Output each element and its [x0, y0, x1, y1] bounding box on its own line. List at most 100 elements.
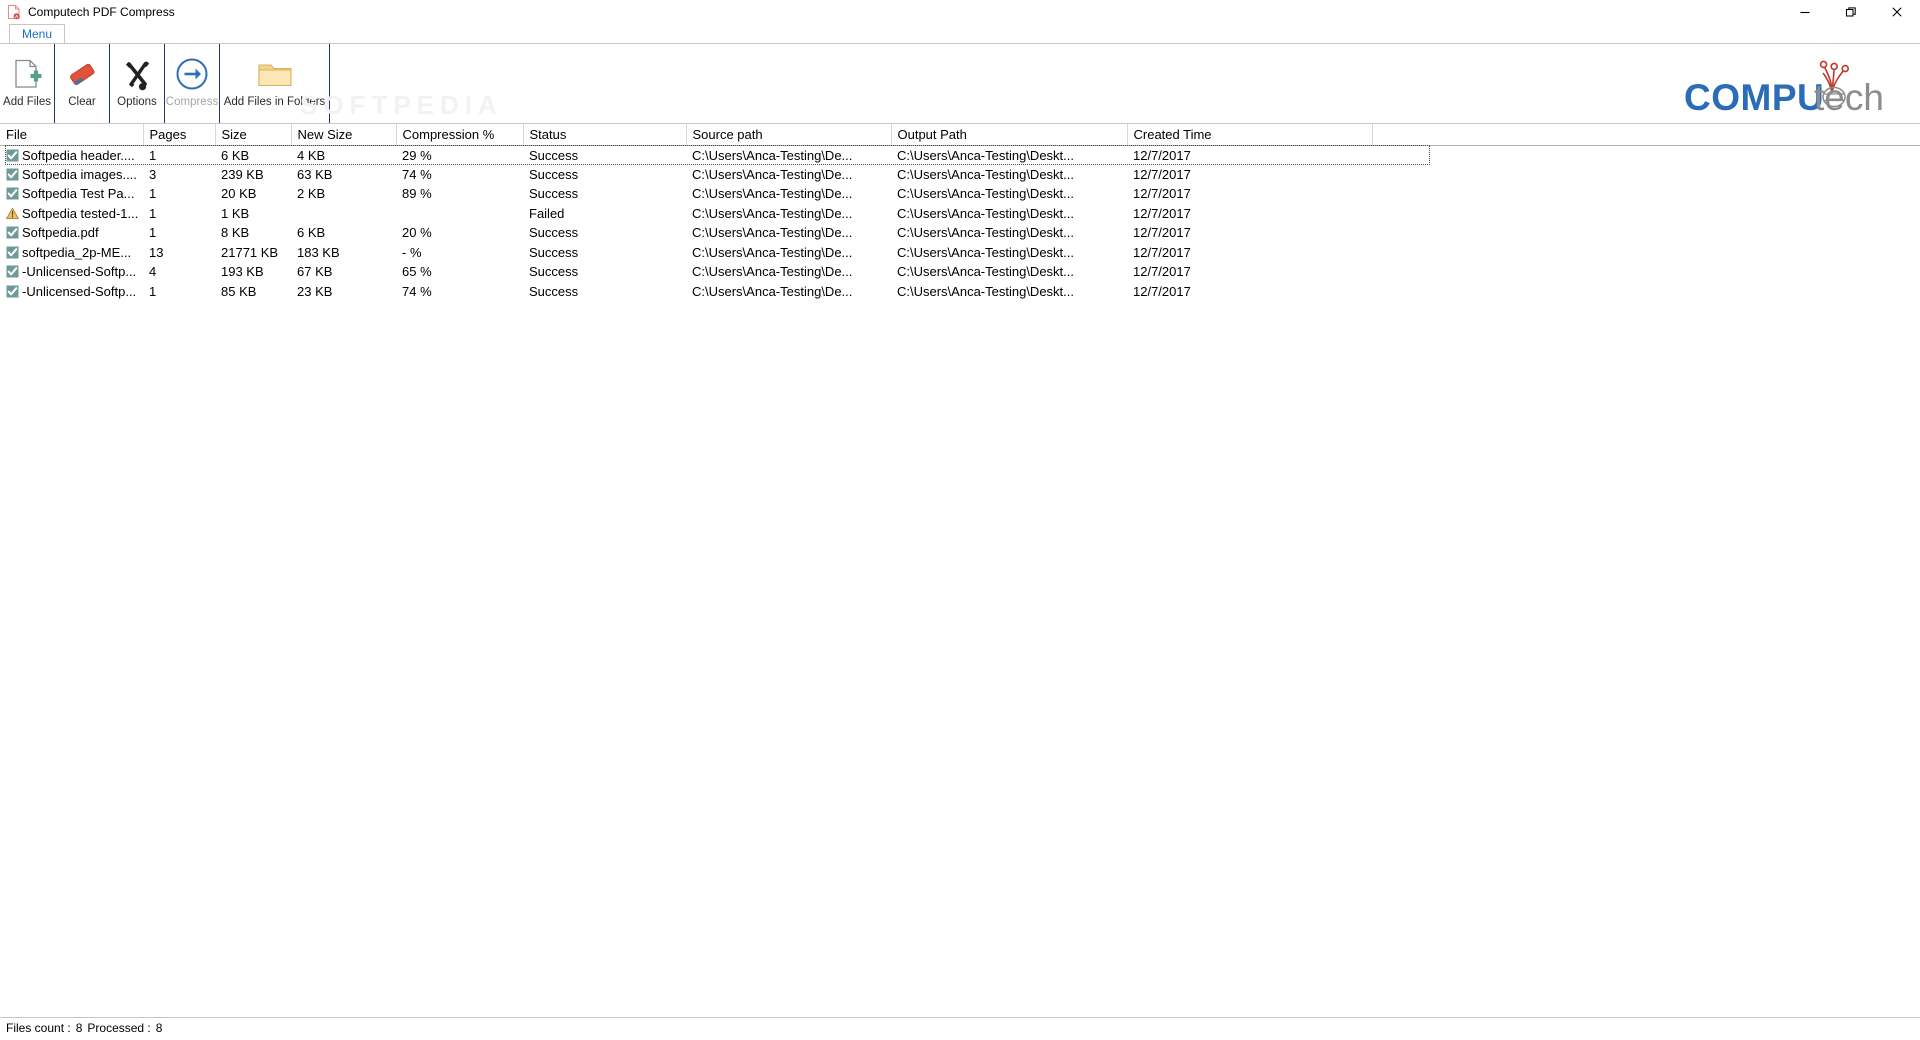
column-header-source-path[interactable]: Source path: [686, 124, 892, 146]
file-list-view[interactable]: File Pages Size New Size Compression % Status…: [0, 124, 1920, 1017]
cell-source-path: C:\Users\Anca-Testing\De...: [692, 283, 853, 299]
success-check-icon[interactable]: [6, 226, 19, 239]
cell-compression: 20 %: [402, 225, 432, 241]
cell-created-time: 12/7/2017: [1133, 147, 1191, 163]
cell-file: Softpedia Test Pa...: [0, 184, 143, 204]
table-row[interactable]: Softpedia Test Pa... 1 20 KB 2 KB 89 % Succes…: [0, 184, 1920, 204]
cell-file: Softpedia tested-1...: [0, 204, 143, 224]
cell-source-path: C:\Users\Anca-Testing\De...: [692, 225, 853, 241]
cell-output-path: C:\Users\Anca-Testing\Deskt...: [897, 225, 1074, 241]
add-files-in-folders-button[interactable]: Add Files in Folders: [220, 44, 330, 123]
restore-icon[interactable]: [1828, 0, 1874, 24]
tools-icon: [120, 55, 154, 93]
pdf-document-icon: A: [6, 4, 22, 20]
cell-pages: 1: [149, 283, 157, 299]
table-row[interactable]: Softpedia images.... 3 239 KB 63 KB 74 % Succ…: [0, 165, 1920, 185]
table-row[interactable]: Softpedia header.... 1 6 KB 4 KB 29 % Success…: [0, 145, 1920, 165]
success-check-icon[interactable]: [6, 285, 19, 298]
arrow-right-circle-icon: [174, 55, 210, 93]
status-bar: Files count : 8 Processed : 8: [0, 1017, 1920, 1038]
success-check-icon[interactable]: [6, 168, 19, 181]
cell-output-path: C:\Users\Anca-Testing\Deskt...: [897, 264, 1074, 280]
cell-source-path: C:\Users\Anca-Testing\De...: [692, 244, 853, 260]
cell-filler: [1372, 184, 1920, 204]
files-count-label: Files count :: [6, 1021, 71, 1035]
watermark-text: SOFTPEDIA: [300, 90, 503, 120]
compress-button[interactable]: Compress: [165, 44, 220, 123]
table-row[interactable]: -Unlicensed-Softp... 1 85 KB 23 KB 74 % Succe…: [0, 282, 1920, 302]
cell-output-path: C:\Users\Anca-Testing\Deskt...: [897, 244, 1074, 260]
add-files-label: Add Files: [3, 96, 51, 108]
cell-pages: 1: [149, 205, 157, 221]
cell-new-size: [291, 204, 396, 224]
cell-file: Softpedia header....: [0, 145, 143, 165]
cell-size: 8 KB: [221, 225, 250, 241]
cell-pages: 1: [149, 186, 157, 202]
success-check-icon[interactable]: [6, 149, 19, 162]
ribbon-button-group: Add Files Clear Options Compress Add Fil…: [0, 44, 330, 123]
options-label: Options: [117, 96, 157, 108]
cell-pages: 1: [149, 147, 157, 163]
cell-size: 239 KB: [221, 166, 264, 182]
column-header-status[interactable]: Status: [523, 124, 687, 146]
success-check-icon[interactable]: [6, 187, 19, 200]
column-header-output-path[interactable]: Output Path: [891, 124, 1128, 146]
file-name: -Unlicensed-Softp...: [22, 264, 137, 280]
warning-triangle-icon[interactable]: [6, 207, 19, 220]
column-header-size[interactable]: Size: [215, 124, 292, 146]
cell-compression: 65 %: [402, 264, 432, 280]
cell-filler: [1372, 145, 1920, 165]
options-button[interactable]: Options: [110, 44, 165, 123]
table-row[interactable]: Softpedia tested-1... 1 1 KB Failed C:\Users…: [0, 204, 1920, 224]
file-name: softpedia_2p-ME...: [22, 244, 132, 260]
success-check-icon[interactable]: [6, 265, 19, 278]
file-table: File Pages Size New Size Compression % Status…: [0, 124, 1920, 301]
cell-size: 21771 KB: [221, 244, 279, 260]
cell-compression: 89 %: [402, 186, 432, 202]
cell-source-path: C:\Users\Anca-Testing\De...: [692, 264, 853, 280]
cell-filler: [1372, 282, 1920, 302]
close-icon[interactable]: [1874, 0, 1920, 24]
window-controls: [1782, 0, 1920, 24]
eraser-icon: [65, 55, 99, 93]
clear-button[interactable]: Clear: [55, 44, 110, 123]
cell-status: Success: [529, 244, 579, 260]
cell-source-path: C:\Users\Anca-Testing\De...: [692, 166, 853, 182]
table-body: Softpedia header.... 1 6 KB 4 KB 29 % Success…: [0, 145, 1920, 301]
cell-compression: 29 %: [402, 147, 432, 163]
ribbon-tab-strip: Menu: [0, 24, 1920, 43]
cell-created-time: 12/7/2017: [1133, 283, 1191, 299]
cell-output-path: C:\Users\Anca-Testing\Deskt...: [897, 205, 1074, 221]
cell-output-path: C:\Users\Anca-Testing\Deskt...: [897, 283, 1074, 299]
add-files-button[interactable]: Add Files: [0, 44, 55, 123]
file-name: Softpedia tested-1...: [22, 205, 139, 221]
column-header-new-size[interactable]: New Size: [291, 124, 397, 146]
success-check-icon[interactable]: [6, 246, 19, 259]
tab-menu[interactable]: Menu: [9, 24, 66, 43]
column-header-compression[interactable]: Compression %: [396, 124, 524, 146]
cell-filler: [1372, 262, 1920, 282]
cell-output-path: C:\Users\Anca-Testing\Deskt...: [897, 166, 1074, 182]
cell-status: Success: [529, 147, 579, 163]
cell-size: 20 KB: [221, 186, 257, 202]
cell-file: Softpedia.pdf: [0, 223, 143, 243]
table-row[interactable]: -Unlicensed-Softp... 4 193 KB 67 KB 65 % Succ…: [0, 262, 1920, 282]
logo-secondary-text: tech: [1814, 77, 1884, 118]
cell-new-size: 23 KB: [297, 283, 333, 299]
column-header-file[interactable]: File: [0, 124, 144, 146]
cell-compression: 74 %: [402, 283, 432, 299]
column-header-pages[interactable]: Pages: [143, 124, 216, 146]
processed-value: 8: [155, 1021, 163, 1035]
minimize-icon[interactable]: [1782, 0, 1828, 24]
cell-new-size: 6 KB: [297, 225, 326, 241]
processed-label: Processed :: [87, 1021, 151, 1035]
column-header-created-time[interactable]: Created Time: [1127, 124, 1373, 146]
cell-filler: [1372, 165, 1920, 185]
cell-status: Success: [529, 166, 579, 182]
cell-status: Success: [529, 264, 579, 280]
compress-label: Compress: [165, 96, 219, 108]
window-title: Computech PDF Compress: [28, 5, 175, 19]
cell-new-size: 67 KB: [297, 264, 333, 280]
table-row[interactable]: Softpedia.pdf 1 8 KB 6 KB 20 % Success C:\User…: [0, 223, 1920, 243]
table-row[interactable]: softpedia_2p-ME... 13 21771 KB 183 KB - % Suc…: [0, 243, 1920, 263]
